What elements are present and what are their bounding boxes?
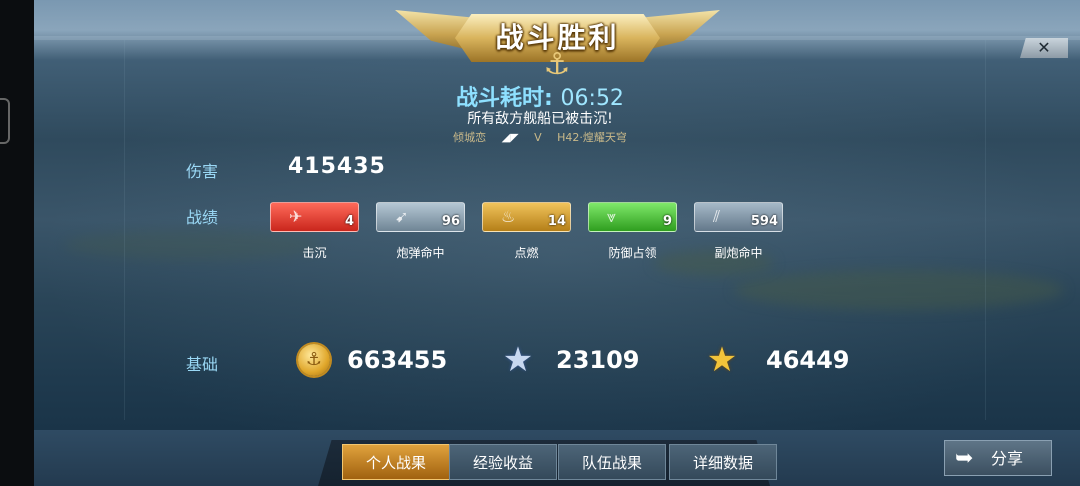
damage-label: 伤害 — [186, 162, 219, 181]
victory-banner: 战斗胜利 ⚓ — [395, 0, 720, 82]
badge-count: 594 — [750, 214, 778, 229]
silver-star-value: 23109 — [556, 346, 640, 374]
battle-result-text: 所有敌方舰船已被击沉! — [467, 111, 613, 127]
tab-personal-results[interactable]: 个人战果 — [342, 444, 450, 480]
gold-coin-icon: ⚓ — [298, 344, 330, 376]
ship-sink-icon: ✈ — [289, 207, 303, 226]
fire-icon: ♨ — [501, 207, 516, 226]
left-bezel — [0, 0, 34, 486]
vs-text: V — [534, 131, 542, 144]
badge-label: 点燃 — [514, 246, 539, 260]
badge-label: 炮弹命中 — [396, 246, 445, 260]
badge-count: 96 — [441, 214, 460, 229]
badge-count: 14 — [547, 214, 566, 229]
badge-count: 4 — [344, 214, 354, 229]
shell-hit-icon: ➹ — [395, 207, 409, 226]
badge-shell-hit[interactable]: ➹ 96 — [376, 202, 465, 232]
badge-secondary-hit[interactable]: ⫽ 594 — [694, 202, 783, 232]
gold-star-icon: ★ — [706, 340, 738, 380]
tab-details[interactable]: 详细数据 — [669, 444, 777, 480]
silver-star-icon: ★ — [502, 340, 534, 380]
player-left: 倾城恋 — [453, 131, 487, 144]
badge-ignite[interactable]: ♨ 14 — [482, 202, 571, 232]
badge-defend-capture[interactable]: ⩔ 9 — [588, 202, 677, 232]
secondary-gun-icon: ⫽ — [713, 207, 721, 226]
close-button[interactable]: ✕ — [1020, 38, 1068, 58]
badge-label: 副炮命中 — [714, 246, 763, 260]
defend-capture-icon: ⩔ — [607, 207, 617, 226]
players-line: 倾城恋 ◢◤ V H42·煌耀天穹 — [0, 129, 1080, 145]
tab-team-results[interactable]: 队伍战果 — [558, 444, 666, 480]
badge-count: 9 — [662, 214, 672, 229]
player-right: H42·煌耀天穹 — [557, 131, 627, 144]
gold-star-value: 46449 — [766, 346, 850, 374]
damage-value: 415435 — [288, 154, 386, 179]
share-label: 分享 — [991, 449, 1024, 468]
anchor-icon: ⚓ — [543, 47, 571, 82]
gold-value: 663455 — [347, 346, 448, 374]
tab-exp-gain[interactable]: 经验收益 — [449, 444, 557, 480]
badge-label: 击沉 — [302, 246, 327, 260]
badge-label: 防御占领 — [608, 246, 657, 260]
share-button[interactable]: ➥ 分享 — [944, 440, 1052, 476]
badge-sink[interactable]: ✈ 4 — [270, 202, 359, 232]
base-label: 基础 — [186, 355, 219, 374]
back-arrow-icon: ➥ — [955, 446, 974, 471]
rank-icon: ◢◤ — [501, 131, 519, 144]
record-label: 战绩 — [186, 208, 219, 227]
